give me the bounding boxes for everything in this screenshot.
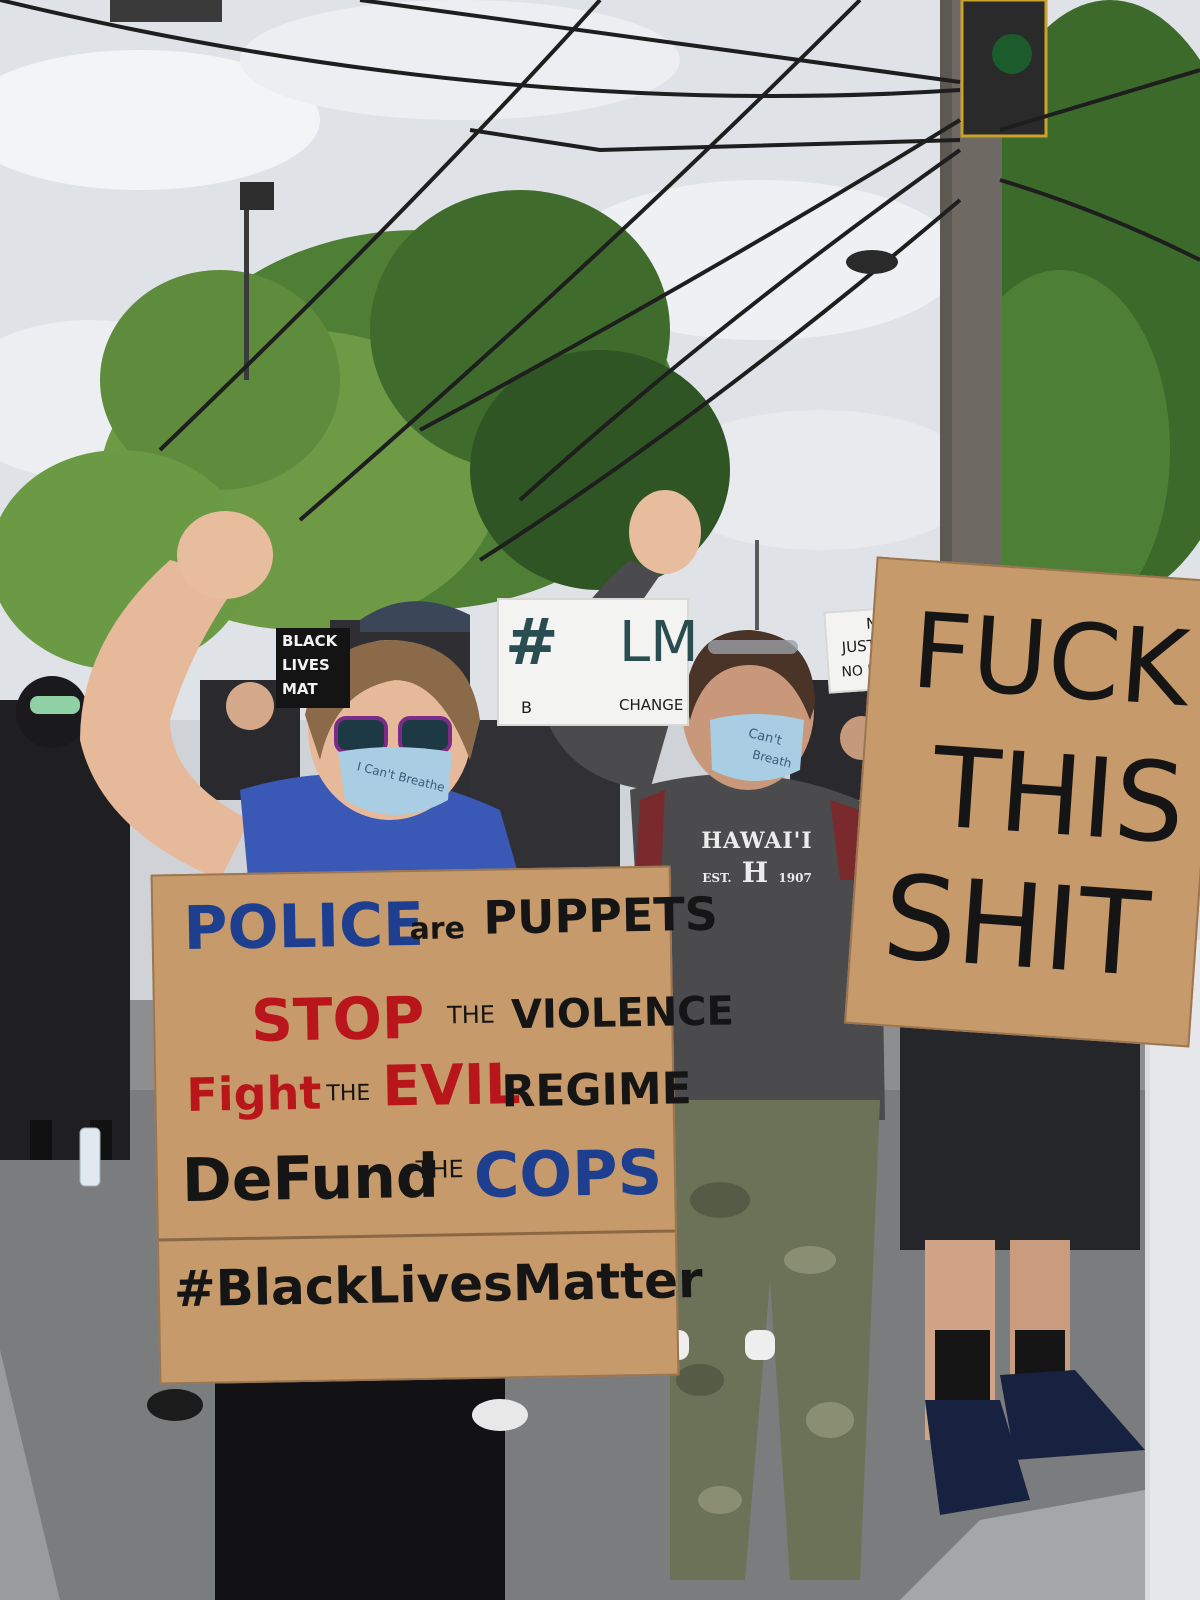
sign-blm-small-change: CHANGE — [619, 696, 684, 714]
light-pole — [755, 540, 759, 630]
raised-fist — [177, 511, 273, 599]
sign-main-the-3: THE — [415, 1155, 464, 1184]
sign-main-fight: Fight — [185, 1065, 322, 1122]
sweatshirt-year: 1907 — [778, 871, 812, 885]
sign-main-the-1: THE — [446, 1000, 496, 1030]
raised-fist — [629, 490, 701, 574]
sign-main-regime: REGIME — [500, 1063, 693, 1118]
sign-main-stop: STOP — [250, 983, 425, 1055]
light-pole — [244, 200, 249, 380]
sweatshirt-letter: H — [741, 856, 769, 889]
water-bottle — [79, 1127, 101, 1187]
sign-main-evil: EVIL — [381, 1052, 522, 1120]
sign-main-hashtag: #BlackLivesMatter — [173, 1251, 704, 1319]
sweatshirt-est: EST. — [702, 871, 732, 885]
sign-blm: # LM B CHANGE — [497, 598, 699, 726]
sign-main-cops: COPS — [473, 1135, 663, 1212]
sign-main-defund: DeFund — [181, 1141, 440, 1217]
sign-black-lives-line2: LIVES — [282, 656, 330, 674]
shoe — [147, 1389, 203, 1421]
sign-right-line1: FUCK — [908, 589, 1193, 731]
protest-photo: # LM B CHANGE NO JUSTICE NO PEACE BLACK … — [0, 0, 1200, 1600]
sign-main-police: POLICE — [182, 889, 425, 965]
sign-main-violence: VIOLENCE — [510, 988, 735, 1039]
green-light-icon — [992, 34, 1032, 74]
sign-right-line3: SHIT — [878, 850, 1154, 1004]
sign-main-puppets: PUPPETS — [482, 886, 719, 945]
sign-main-divider — [158, 1229, 675, 1242]
sign-main-the-2: THE — [326, 1080, 371, 1107]
sign-main-cardboard: POLICE are PUPPETS STOP THE VIOLENCE Fig… — [150, 865, 734, 1385]
sneaker — [472, 1399, 528, 1431]
sweatshirt-est-line: EST. H 1907 — [672, 856, 842, 889]
sign-main-are: are — [409, 911, 466, 948]
street-lamp — [240, 182, 274, 210]
sign-right-cardboard: FUCK THIS SHIT — [844, 556, 1200, 1048]
sign-right-line2: THIS — [928, 723, 1189, 869]
sign-black-lives-line3: MAT — [282, 680, 318, 698]
sign-blm-small-b: B — [521, 698, 532, 717]
sign-black-lives: BLACK LIVES MAT — [276, 628, 350, 708]
sign-black-lives-line1: BLACK — [282, 632, 338, 650]
sign-blm-hash: # — [505, 606, 559, 680]
sweatshirt-print: HAWAI'I EST. H 1907 — [672, 828, 842, 889]
sweatshirt-word: HAWAI'I — [701, 828, 813, 854]
street-sign — [110, 0, 222, 22]
wire-insulator — [846, 250, 898, 274]
sign-blm-letters: LM — [619, 610, 699, 675]
